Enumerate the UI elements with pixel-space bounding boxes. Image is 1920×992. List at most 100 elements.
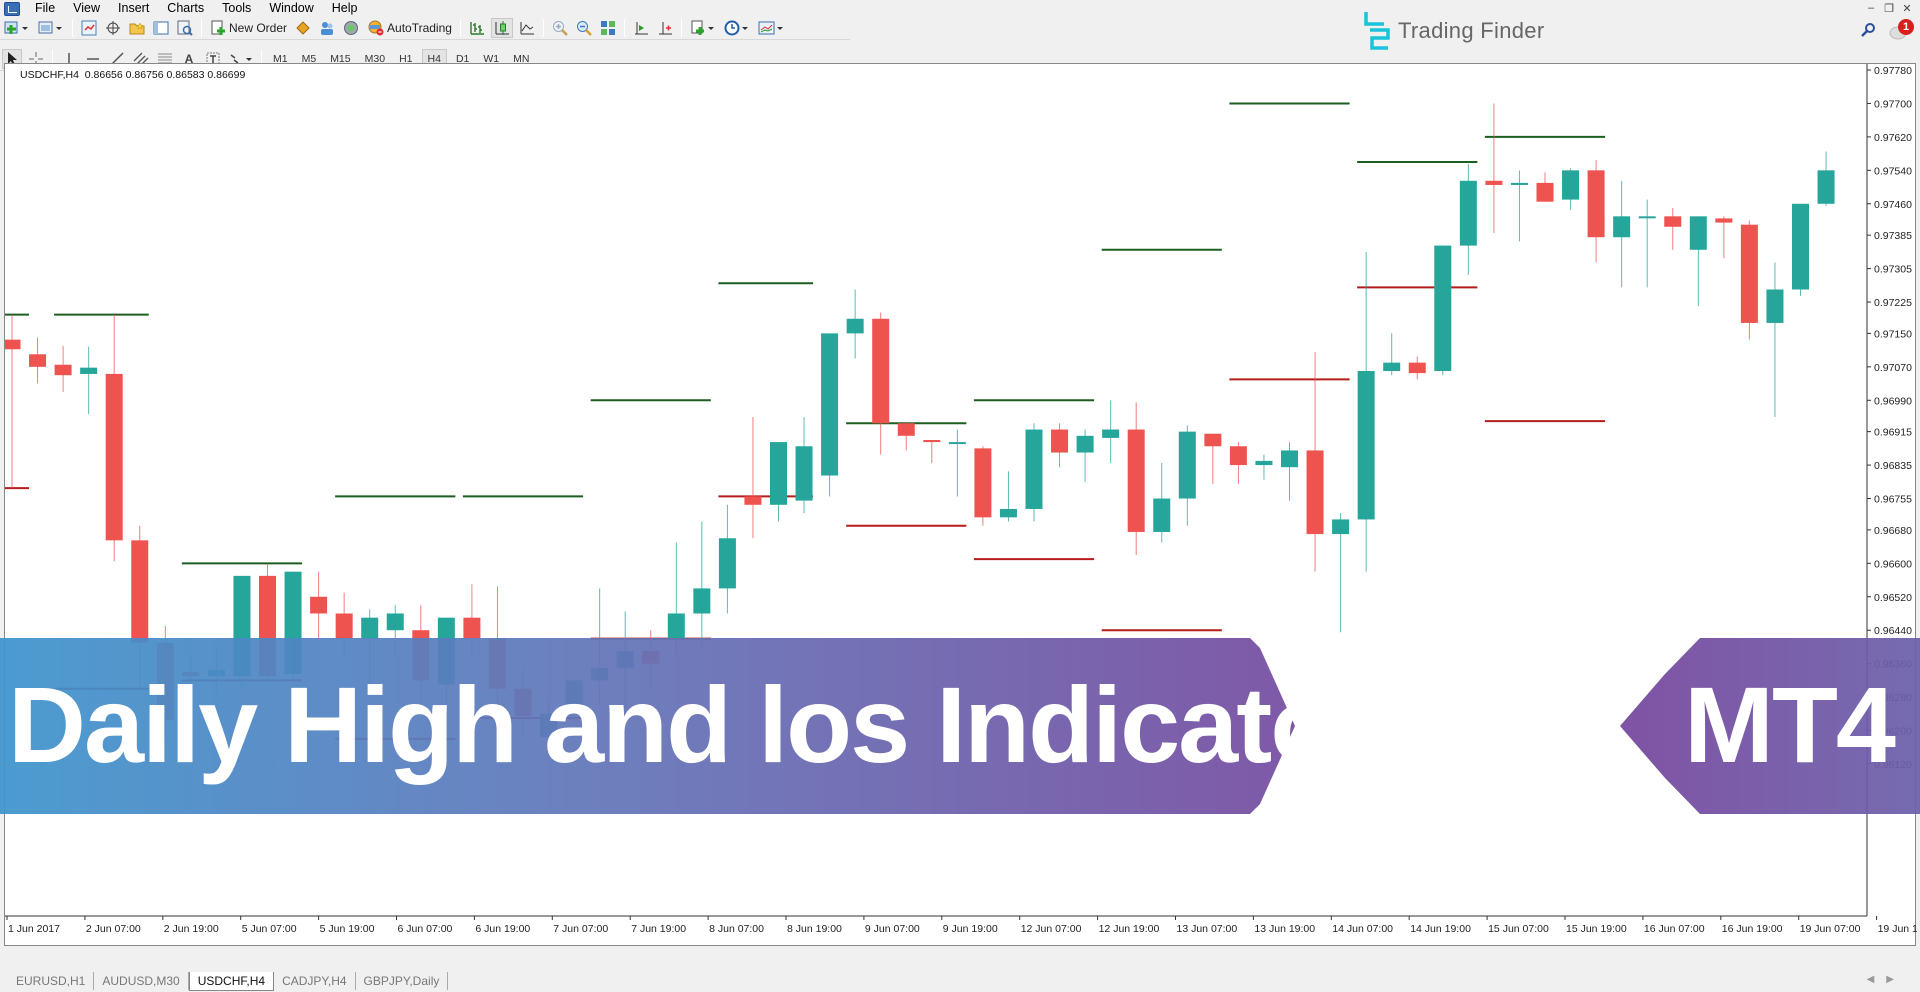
menu-view[interactable]: View xyxy=(64,0,109,17)
bearish-candle xyxy=(1408,362,1426,374)
restore-button[interactable]: ❐ xyxy=(1880,2,1898,15)
data-window-button[interactable] xyxy=(103,18,123,38)
price-tick-label: 0.96680 xyxy=(1874,525,1912,537)
periods-button[interactable] xyxy=(722,18,752,38)
bearish-candle xyxy=(29,354,47,367)
strategy-tester-button[interactable] xyxy=(175,18,195,38)
trading-finder-logo-icon xyxy=(1364,12,1390,50)
bullish-candle xyxy=(795,446,813,501)
tab-scroll-arrows[interactable]: ◀▶ xyxy=(1867,974,1906,985)
menu-insert[interactable]: Insert xyxy=(109,0,158,17)
bullish-candle xyxy=(1689,216,1707,250)
time-tick-label: 6 Jun 07:00 xyxy=(398,923,453,935)
metaeditor-button[interactable] xyxy=(293,18,313,38)
time-tick-label: 19 Jun 07:00 xyxy=(1800,923,1861,935)
bearish-candle xyxy=(105,373,123,541)
menu-window[interactable]: Window xyxy=(260,0,322,17)
toolbar-separator xyxy=(201,19,202,37)
bullish-candle xyxy=(999,508,1017,518)
chart-tab-active[interactable]: USDCHF,H4 xyxy=(188,972,275,991)
toolbar-separator xyxy=(542,19,544,37)
price-tick-label: 0.97700 xyxy=(1874,98,1912,110)
messages-button[interactable]: 1 xyxy=(1888,19,1914,45)
toolbar-separator xyxy=(459,19,461,37)
profiles-button[interactable] xyxy=(36,18,66,38)
new-order-button[interactable]: New Order xyxy=(208,18,289,38)
bullish-candle xyxy=(1792,203,1809,290)
price-tick-label: 0.97305 xyxy=(1874,264,1912,276)
bullish-candle xyxy=(1281,450,1298,468)
price-tick-label: 0.97385 xyxy=(1874,230,1912,242)
bullish-candle xyxy=(846,318,864,334)
navigator-button[interactable] xyxy=(127,18,147,38)
price-tick-label: 0.96520 xyxy=(1874,592,1912,604)
templates-icon xyxy=(758,21,783,35)
candlestick-chart-button[interactable] xyxy=(490,18,513,38)
close-window-button[interactable]: ✕ xyxy=(1898,2,1916,15)
bearish-candle xyxy=(897,423,915,436)
price-tick-label: 0.96755 xyxy=(1874,494,1912,506)
tile-windows-button[interactable] xyxy=(598,18,618,38)
price-tick-label: 0.96915 xyxy=(1874,427,1912,439)
candlestick-chart-icon xyxy=(495,21,509,35)
menu-charts[interactable]: Charts xyxy=(158,0,213,17)
time-tick-label: 19 Jun 19:00 xyxy=(1878,923,1917,935)
bearish-candle xyxy=(131,540,149,643)
time-tick-label: 8 Jun 19:00 xyxy=(787,923,842,935)
time-tick-label: 7 Jun 19:00 xyxy=(631,923,686,935)
price-tick-label: 0.97620 xyxy=(1874,132,1912,144)
time-tick-label: 5 Jun 19:00 xyxy=(320,923,375,935)
chart-tab[interactable]: CADJPY,H4 xyxy=(274,972,356,990)
terminal-button[interactable] xyxy=(151,18,171,38)
tile-windows-icon xyxy=(600,21,615,35)
price-tick-label: 0.97225 xyxy=(1874,297,1912,309)
time-tick-label: 14 Jun 19:00 xyxy=(1410,923,1471,935)
time-tick-label: 13 Jun 07:00 xyxy=(1177,923,1238,935)
market-watch-button[interactable] xyxy=(79,18,99,38)
bullish-candle xyxy=(1613,216,1631,238)
menu-file[interactable]: File xyxy=(26,0,64,17)
bullish-candle xyxy=(1153,498,1171,532)
new-chart-button[interactable] xyxy=(2,18,32,38)
time-tick-label: 16 Jun 07:00 xyxy=(1644,923,1705,935)
symbol-ohlc-info: USDCHF,H4 0.86656 0.86756 0.86583 0.8669… xyxy=(20,69,246,81)
time-tick-label: 14 Jun 07:00 xyxy=(1332,923,1393,935)
standard-toolbar: New Order AutoTrading xyxy=(0,17,850,40)
minimize-button[interactable]: – xyxy=(1862,2,1880,14)
bearish-candle xyxy=(1306,450,1324,535)
toolbar-separator xyxy=(623,19,625,37)
search-button[interactable] xyxy=(1860,22,1876,41)
auto-scroll-button[interactable] xyxy=(655,18,675,38)
templates-button[interactable] xyxy=(756,18,786,38)
bearish-candle xyxy=(335,613,353,639)
bullish-candle xyxy=(770,442,787,505)
bullish-candle xyxy=(1434,245,1452,372)
bullish-candle xyxy=(667,613,685,639)
chart-tab[interactable]: AUDUSD,M30 xyxy=(94,972,189,990)
menu-help[interactable]: Help xyxy=(323,0,367,17)
menu-tools[interactable]: Tools xyxy=(213,0,260,17)
indicators-button[interactable] xyxy=(688,18,718,38)
price-tick-label: 0.97150 xyxy=(1874,328,1912,340)
price-chart[interactable]: 0.97780 0.97700 0.97620 0.97540 0.97460 0.973… xyxy=(5,64,1917,947)
bar-chart-button[interactable] xyxy=(467,18,487,38)
chart-tab[interactable]: EURUSD,H1 xyxy=(8,972,95,990)
terminal-window-icon xyxy=(153,21,169,35)
toolbar-separator xyxy=(680,19,682,37)
autotrading-button[interactable]: AutoTrading xyxy=(365,18,454,38)
search-icon xyxy=(1861,23,1875,37)
auto-scroll-icon xyxy=(658,22,672,35)
autotrading-icon xyxy=(368,20,384,36)
signals-button[interactable] xyxy=(317,18,337,38)
chart-shift-button[interactable] xyxy=(631,18,651,38)
zoom-in-button[interactable] xyxy=(550,18,570,38)
new-order-icon xyxy=(211,20,225,35)
new-chart-icon xyxy=(4,21,28,34)
line-chart-button[interactable] xyxy=(517,18,537,38)
chart-tab[interactable]: GBPJPY,Daily xyxy=(356,972,449,990)
bearish-candle xyxy=(1051,429,1069,453)
zoom-out-button[interactable] xyxy=(574,18,594,38)
bullish-candle xyxy=(1255,460,1273,466)
bullish-candle xyxy=(718,538,736,589)
market-button[interactable] xyxy=(341,18,361,38)
